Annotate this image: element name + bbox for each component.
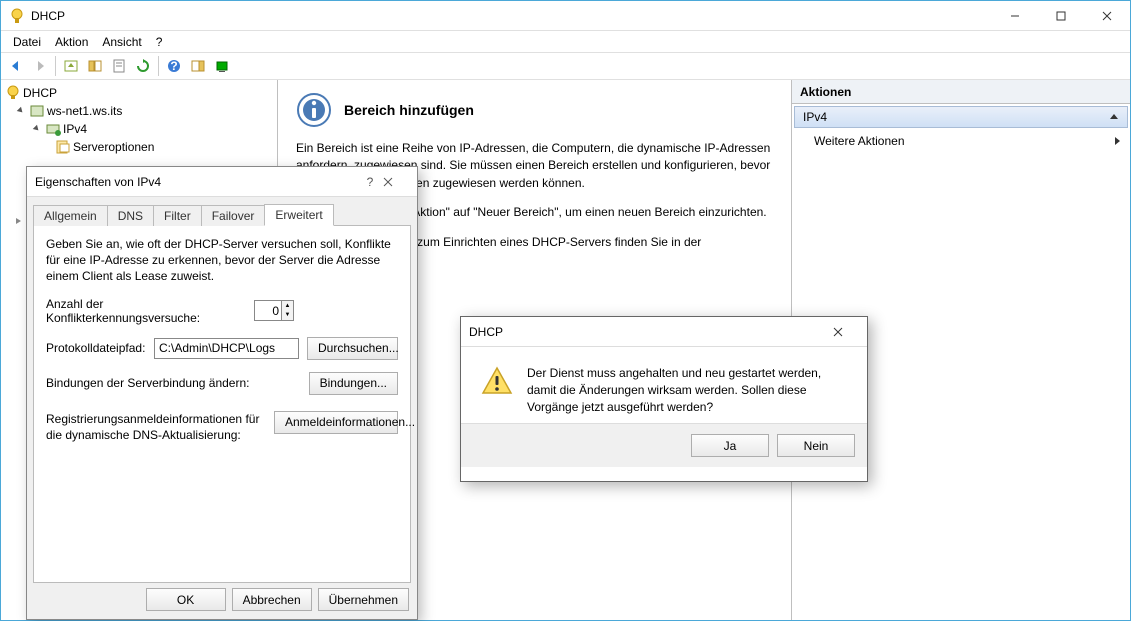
tab-allgemein[interactable]: Allgemein: [33, 205, 108, 226]
conflict-spinner[interactable]: ▲ ▼: [254, 300, 294, 321]
conflict-label: Anzahl der Konflikterkennungsversuche:: [46, 297, 246, 325]
tree-server[interactable]: ws-net1.ws.its: [3, 102, 275, 120]
msgbox-close-button[interactable]: [833, 327, 859, 337]
dialog-title: Eigenschaften von IPv4: [35, 175, 357, 189]
collapse-icon[interactable]: [31, 123, 43, 135]
show-hide-tree-button[interactable]: [84, 55, 106, 77]
logpath-input[interactable]: [154, 338, 299, 359]
chevron-right-icon: [1114, 136, 1122, 146]
credentials-button[interactable]: Anmeldeinformationen...: [274, 411, 398, 434]
bindings-label: Bindungen der Serverbindung ändern:: [46, 376, 249, 390]
tree-label: DHCP: [23, 86, 57, 100]
toolbar-separator: [55, 56, 56, 76]
options-icon: [55, 139, 71, 155]
menu-ansicht[interactable]: Ansicht: [96, 33, 147, 51]
menubar: Datei Aktion Ansicht ?: [1, 31, 1130, 52]
cancel-button[interactable]: Abbrechen: [232, 588, 312, 611]
tab-panel-erweitert: Geben Sie an, wie oft der DHCP-Server ve…: [33, 225, 411, 583]
msgbox-title: DHCP: [469, 325, 833, 339]
warning-icon: [481, 365, 513, 397]
menu-aktion[interactable]: Aktion: [49, 33, 94, 51]
actions-subheader[interactable]: IPv4: [794, 106, 1128, 128]
collapse-icon[interactable]: [15, 105, 27, 117]
browse-button[interactable]: Durchsuchen...: [307, 337, 398, 360]
forward-button[interactable]: [29, 55, 51, 77]
logpath-label: Protokolldateipfad:: [46, 341, 146, 355]
yes-button[interactable]: Ja: [691, 434, 769, 457]
ipv4-icon: [45, 121, 61, 137]
ipv4-properties-dialog: Eigenschaften von IPv4 ? Allgemein DNS F…: [26, 166, 418, 620]
expand-icon[interactable]: [13, 215, 25, 227]
dialog-buttons: OK Abbrechen Übernehmen: [146, 588, 409, 611]
msgbox-text: Der Dienst muss angehalten und neu gesta…: [527, 365, 847, 415]
close-button[interactable]: [1084, 1, 1130, 30]
detail-title: Bereich hinzufügen: [344, 102, 474, 118]
tree-label: ws-net1.ws.its: [47, 104, 122, 118]
window-title: DHCP: [31, 9, 992, 23]
conflict-row: Anzahl der Konflikterkennungsversuche: ▲…: [46, 297, 398, 325]
svg-text:?: ?: [170, 59, 177, 73]
up-button[interactable]: [60, 55, 82, 77]
creds-label: Registrierungsanmeldeinformationen für d…: [46, 411, 266, 443]
spinner-buttons: ▲ ▼: [281, 301, 293, 320]
minimize-button[interactable]: [992, 1, 1038, 30]
conflict-input[interactable]: [255, 304, 281, 318]
actions-header: Aktionen: [792, 80, 1130, 104]
help-button[interactable]: ?: [163, 55, 185, 77]
actions-item-label: Weitere Aktionen: [814, 134, 905, 148]
dhcp-app-icon: [9, 8, 25, 24]
info-icon: [296, 92, 332, 128]
action-pane-button[interactable]: [187, 55, 209, 77]
tab-dns[interactable]: DNS: [107, 205, 154, 226]
collapse-icon: [1109, 112, 1119, 122]
creds-row: Registrierungsanmeldeinformationen für d…: [46, 411, 398, 443]
dialog-titlebar: Eigenschaften von IPv4 ?: [27, 167, 417, 197]
actions-more[interactable]: Weitere Aktionen: [792, 130, 1130, 152]
spinner-down[interactable]: ▼: [282, 311, 293, 321]
window-buttons: [992, 1, 1130, 30]
dialog-help-button[interactable]: ?: [357, 175, 383, 189]
tree-ipv4[interactable]: IPv4: [3, 120, 275, 138]
menu-help[interactable]: ?: [150, 33, 169, 51]
dialog-close-button[interactable]: [383, 177, 409, 187]
toolbar-separator: [158, 56, 159, 76]
tree-label: Serveroptionen: [73, 140, 154, 154]
tab-erweitert[interactable]: Erweitert: [264, 204, 333, 226]
refresh-button[interactable]: [132, 55, 154, 77]
back-button[interactable]: [5, 55, 27, 77]
tab-failover[interactable]: Failover: [201, 205, 266, 226]
no-button[interactable]: Nein: [777, 434, 855, 457]
maximize-button[interactable]: [1038, 1, 1084, 30]
tree-label: IPv4: [63, 122, 87, 136]
tabstrip: Allgemein DNS Filter Failover Erweitert: [33, 203, 411, 225]
toolbar: ?: [1, 52, 1130, 80]
spinner-up[interactable]: ▲: [282, 301, 293, 311]
detail-heading: Bereich hinzufügen: [296, 92, 773, 128]
tree-root[interactable]: DHCP: [3, 84, 275, 102]
msgbox-buttons: Ja Nein: [461, 423, 867, 467]
msgbox-body: Der Dienst muss angehalten und neu gesta…: [461, 347, 867, 423]
dhcp-root-icon: [5, 85, 21, 101]
run-button[interactable]: [211, 55, 233, 77]
ok-button[interactable]: OK: [146, 588, 226, 611]
titlebar: DHCP: [1, 1, 1130, 31]
menu-datei[interactable]: Datei: [7, 33, 47, 51]
actions-subheader-label: IPv4: [803, 110, 827, 124]
bindings-row: Bindungen der Serverbindung ändern: Bind…: [46, 372, 398, 395]
bindings-button[interactable]: Bindungen...: [309, 372, 398, 395]
logpath-row: Protokolldateipfad: Durchsuchen...: [46, 337, 398, 360]
properties-button[interactable]: [108, 55, 130, 77]
apply-button[interactable]: Übernehmen: [318, 588, 409, 611]
server-icon: [29, 103, 45, 119]
intro-text: Geben Sie an, wie oft der DHCP-Server ve…: [46, 236, 398, 285]
tab-filter[interactable]: Filter: [153, 205, 202, 226]
tree-serveroptions[interactable]: Serveroptionen: [3, 138, 275, 156]
msgbox-titlebar: DHCP: [461, 317, 867, 347]
restart-service-messagebox: DHCP Der Dienst muss angehalten und neu …: [460, 316, 868, 482]
